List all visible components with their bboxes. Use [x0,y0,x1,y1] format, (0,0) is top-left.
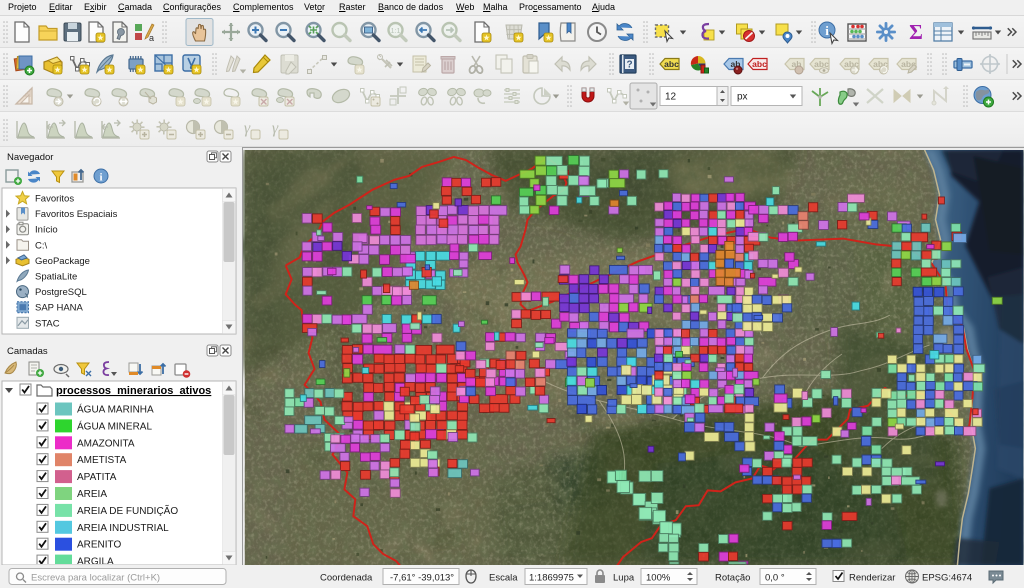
svg-text:abc: abc [664,59,679,69]
svg-text:processos_minerarios_ativos: processos_minerarios_ativos [56,385,211,397]
svg-text:1:1: 1:1 [391,28,401,35]
svg-text:i: i [825,23,829,38]
svg-text:Favoritos Espaciais: Favoritos Espaciais [35,209,118,220]
svg-text:AREIA INDUSTRIAL: AREIA INDUSTRIAL [77,523,169,534]
svg-text:abc: abc [752,59,767,69]
svg-text:PostgreSQL: PostgreSQL [35,287,87,298]
svg-text:ARGILA: ARGILA [77,557,114,565]
svg-text:SpatiaLite: SpatiaLite [35,272,77,283]
svg-text:0,0 °: 0,0 ° [765,573,785,584]
svg-text:C:\: C:\ [35,240,48,251]
svg-text:γ: γ [244,120,251,137]
svg-text:-7,61° -39,013°: -7,61° -39,013° [390,573,454,584]
svg-text:ARENITO: ARENITO [77,540,121,551]
svg-text:Navegador: Navegador [7,152,53,163]
svg-text:100%: 100% [646,573,671,584]
svg-text:Lupa: Lupa [613,573,635,584]
svg-text:?: ? [626,60,632,71]
svg-text:Escreva para localizar (Ctrl+K: Escreva para localizar (Ctrl+K) [31,573,160,584]
svg-text:px: px [737,92,748,103]
svg-text:Rotação: Rotação [715,573,750,584]
svg-text:a: a [149,33,154,43]
svg-text:Coordenada: Coordenada [320,573,373,584]
svg-text:12: 12 [665,92,677,103]
svg-text:i: i [99,172,102,184]
svg-text:AREIA: AREIA [77,489,107,500]
svg-text:SAP HANA: SAP HANA [35,303,84,314]
svg-text:GeoPackage: GeoPackage [35,256,90,267]
svg-text:Favoritos: Favoritos [35,194,74,205]
svg-text:ÁGUA MINERAL: ÁGUA MINERAL [77,419,152,432]
svg-text:AREIA DE FUNDIÇÃO: AREIA DE FUNDIÇÃO [77,504,178,517]
svg-text:AMAZONITA: AMAZONITA [77,438,135,449]
svg-text:Início: Início [35,225,58,236]
svg-text:EPSG:4674: EPSG:4674 [922,573,972,584]
svg-text:γ: γ [272,120,279,137]
svg-text:Σ: Σ [909,20,923,44]
svg-text:Escala: Escala [489,573,518,584]
svg-text:APATITA: APATITA [77,472,117,483]
svg-text:1:1869975: 1:1869975 [529,573,574,584]
svg-text:STAC: STAC [35,318,60,329]
svg-text:ÁGUA MARINHA: ÁGUA MARINHA [77,403,154,416]
svg-text:AMETISTA: AMETISTA [77,455,127,466]
svg-text:Camadas: Camadas [7,346,48,357]
svg-text:Renderizar: Renderizar [849,573,895,584]
